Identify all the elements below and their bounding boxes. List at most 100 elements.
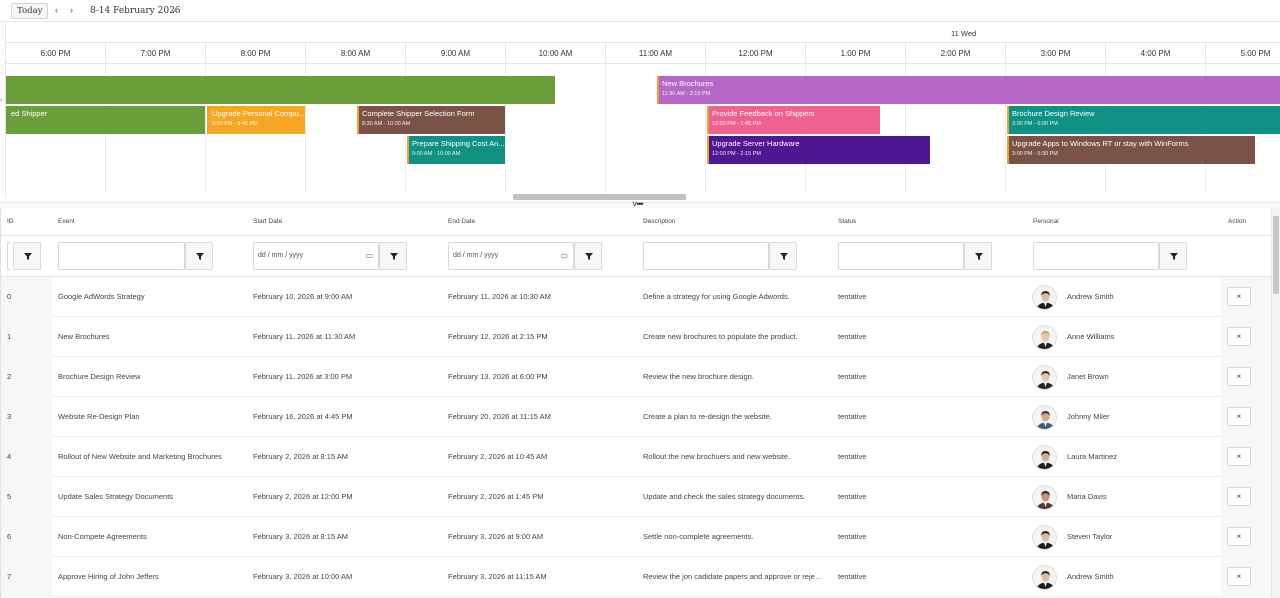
event-time: 8:00 PM - 9:45 PM [212, 121, 258, 127]
column-header-id[interactable]: ID [7, 218, 14, 225]
column-header-end-date[interactable]: End Date [448, 218, 475, 225]
event-title: ed Shipper [11, 109, 48, 118]
table-row[interactable]: 1 New Brochures February 11, 2026 at 11:30… [1, 317, 1271, 357]
description-cell: Create a plan to re-design the website. [643, 412, 772, 421]
table-row[interactable]: 6 Non-Compete Agreements February 3, 2026 … [1, 517, 1271, 557]
event-title: New Brochures [662, 79, 714, 88]
table-row[interactable]: 3 Website Re-Design Plan February 16, 2026… [1, 397, 1271, 437]
timeline-event[interactable]: Brochure Design Review 3:00 PM - 6:00 PM [1007, 106, 1280, 134]
start-date-cell: February 2, 2026 at 8:15 AM [253, 452, 349, 461]
end-date-cell: February 2, 2026 at 1:45 PM [448, 492, 544, 501]
today-button[interactable]: Today [11, 3, 49, 19]
prev-arrow-icon[interactable]: ‹ [55, 4, 58, 16]
description-cell: Review the new brochure design. [643, 372, 754, 381]
event-filter-input[interactable] [58, 242, 185, 270]
id-cell: 3 [7, 412, 12, 421]
vertical-scrollbar-thumb[interactable] [1273, 216, 1279, 294]
splitter-handle-icon[interactable]: ˅••• [632, 200, 644, 209]
table-row[interactable]: 7 Approve Hiring of John Jeffers February … [1, 557, 1271, 597]
status-filter-button[interactable] [964, 242, 992, 270]
description-filter-button[interactable] [769, 242, 797, 270]
scroll-left-icon[interactable]: › [0, 97, 2, 104]
filter-row: dd / mm / yyyy ▭ dd / mm / yyyy ▭ [1, 236, 1271, 277]
description-cell: Define a strategy for using Google Adwor… [643, 292, 790, 301]
avatar [1032, 485, 1057, 510]
start-date-filter-input[interactable]: dd / mm / yyyy ▭ [253, 242, 379, 270]
hour-header: 12:00 PM [706, 43, 806, 64]
hour-label: 6:00 PM [40, 49, 71, 58]
description-filter-input[interactable] [643, 242, 769, 270]
hour-header: 2:00 PM [906, 43, 1006, 64]
delete-button[interactable]: × [1227, 447, 1251, 466]
timeline-event[interactable]: Complete Shipper Selection Form 8:30 AM -… [357, 106, 505, 134]
timeline-event[interactable]: Upgrade Server Hardware 12:00 PM - 2:15 P… [707, 136, 930, 164]
table-row[interactable]: 4 Rollout of New Website and Marketing Br… [1, 437, 1271, 477]
timeline-event[interactable]: Provide Feedback on Shippers 12:00 PM - 1… [707, 106, 880, 134]
column-header-start-date[interactable]: Start Date [253, 218, 282, 225]
delete-button[interactable]: × [1227, 407, 1251, 426]
id-cell: 5 [7, 492, 12, 501]
id-cell: 2 [7, 372, 12, 381]
date-range-label[interactable]: 8-14 February 2026 [90, 5, 181, 17]
event-cell: Website Re-Design Plan [58, 412, 140, 421]
end-date-cell: February 3, 2026 at 9:00 AM [448, 532, 544, 541]
start-date-cell: February 2, 2026 at 12:00 PM [253, 492, 353, 501]
timeline-event[interactable]: Upgrade Personal Compu... 8:00 PM - 9:45 … [207, 106, 305, 134]
id-filter-button[interactable] [13, 242, 41, 270]
filter-icon [585, 253, 593, 260]
timeline-event[interactable]: Prepare Shipping Cost An... 9:00 AM - 10:… [407, 136, 505, 164]
table-row[interactable]: 2 Brochure Design Review February 11, 2026… [1, 357, 1271, 397]
event-time: 12:00 PM - 1:45 PM [712, 121, 761, 127]
calendar-icon[interactable]: ▭ [560, 251, 568, 260]
personal-filter-input[interactable] [1033, 242, 1159, 270]
id-cell: 0 [7, 292, 12, 301]
hour-label: 8:00 AM [340, 49, 371, 58]
delete-button[interactable]: × [1227, 287, 1251, 306]
timeline-event[interactable]: ed Shipper [6, 106, 205, 134]
column-header-description[interactable]: Description [643, 218, 676, 225]
calendar-icon[interactable]: ▭ [365, 251, 373, 260]
description-cell: Create new brochures to populate the pro… [643, 332, 798, 341]
column-header-personal[interactable]: Personal [1033, 218, 1059, 225]
end-date-cell: February 3, 2026 at 11:15 AM [448, 572, 547, 581]
hour-header: 3:00 PM [1006, 43, 1106, 64]
delete-button[interactable]: × [1227, 367, 1251, 386]
delete-button[interactable]: × [1227, 567, 1251, 586]
timeline-event[interactable] [6, 76, 555, 104]
table-row[interactable]: 0 Google AdWords Strategy February 10, 202… [1, 277, 1271, 317]
status-cell: tentative [838, 572, 867, 581]
end-date-filter-button[interactable] [574, 242, 602, 270]
table-row[interactable]: 5 Update Sales Strategy Documents February… [1, 477, 1271, 517]
delete-button[interactable]: × [1227, 487, 1251, 506]
end-date-filter-input[interactable]: dd / mm / yyyy ▭ [448, 242, 574, 270]
event-time: 8:30 AM - 10:00 AM [362, 121, 411, 127]
start-date-filter-button[interactable] [379, 242, 407, 270]
column-header-status[interactable]: Status [838, 218, 856, 225]
filter-icon [975, 253, 983, 260]
hour-header: 10:00 AM [506, 43, 606, 64]
avatar [1032, 445, 1057, 470]
horizontal-scrollbar-thumb[interactable] [513, 194, 686, 200]
status-filter-input[interactable] [838, 242, 964, 270]
hour-label: 11:00 AM [638, 49, 673, 58]
event-filter-button[interactable] [185, 242, 213, 270]
timeline-event[interactable]: New Brochures 11:30 AM - 2:15 PM [657, 76, 1280, 104]
chevron-down-icon[interactable]: ⌄ [171, 5, 177, 17]
person-name-cell: Laura Martinez [1067, 452, 1118, 461]
description-cell: Update and check the sales strategy docu… [643, 492, 806, 501]
delete-button[interactable]: × [1227, 327, 1251, 346]
event-cell: Rollout of New Website and Marketing Bro… [58, 452, 222, 461]
next-arrow-icon[interactable]: › [70, 4, 73, 16]
id-cell: 1 [7, 332, 12, 341]
event-cell: New Brochures [58, 332, 110, 341]
personal-filter-button[interactable] [1159, 242, 1187, 270]
delete-button[interactable]: × [1227, 527, 1251, 546]
timeline-event[interactable]: Upgrade Apps to Windows RT or stay with … [1007, 136, 1255, 164]
id-filter-input[interactable] [7, 242, 11, 270]
timeline-grid: New Brochures 11:30 AM - 2:15 PM ed Shippe… [6, 64, 1280, 194]
hour-label: 1:00 PM [840, 49, 871, 58]
filter-icon [390, 253, 398, 260]
description-cell: Review the jon cadidate papers and appro… [643, 572, 825, 581]
hour-header: 9:00 AM [406, 43, 506, 64]
column-header-event[interactable]: Event [58, 218, 75, 225]
